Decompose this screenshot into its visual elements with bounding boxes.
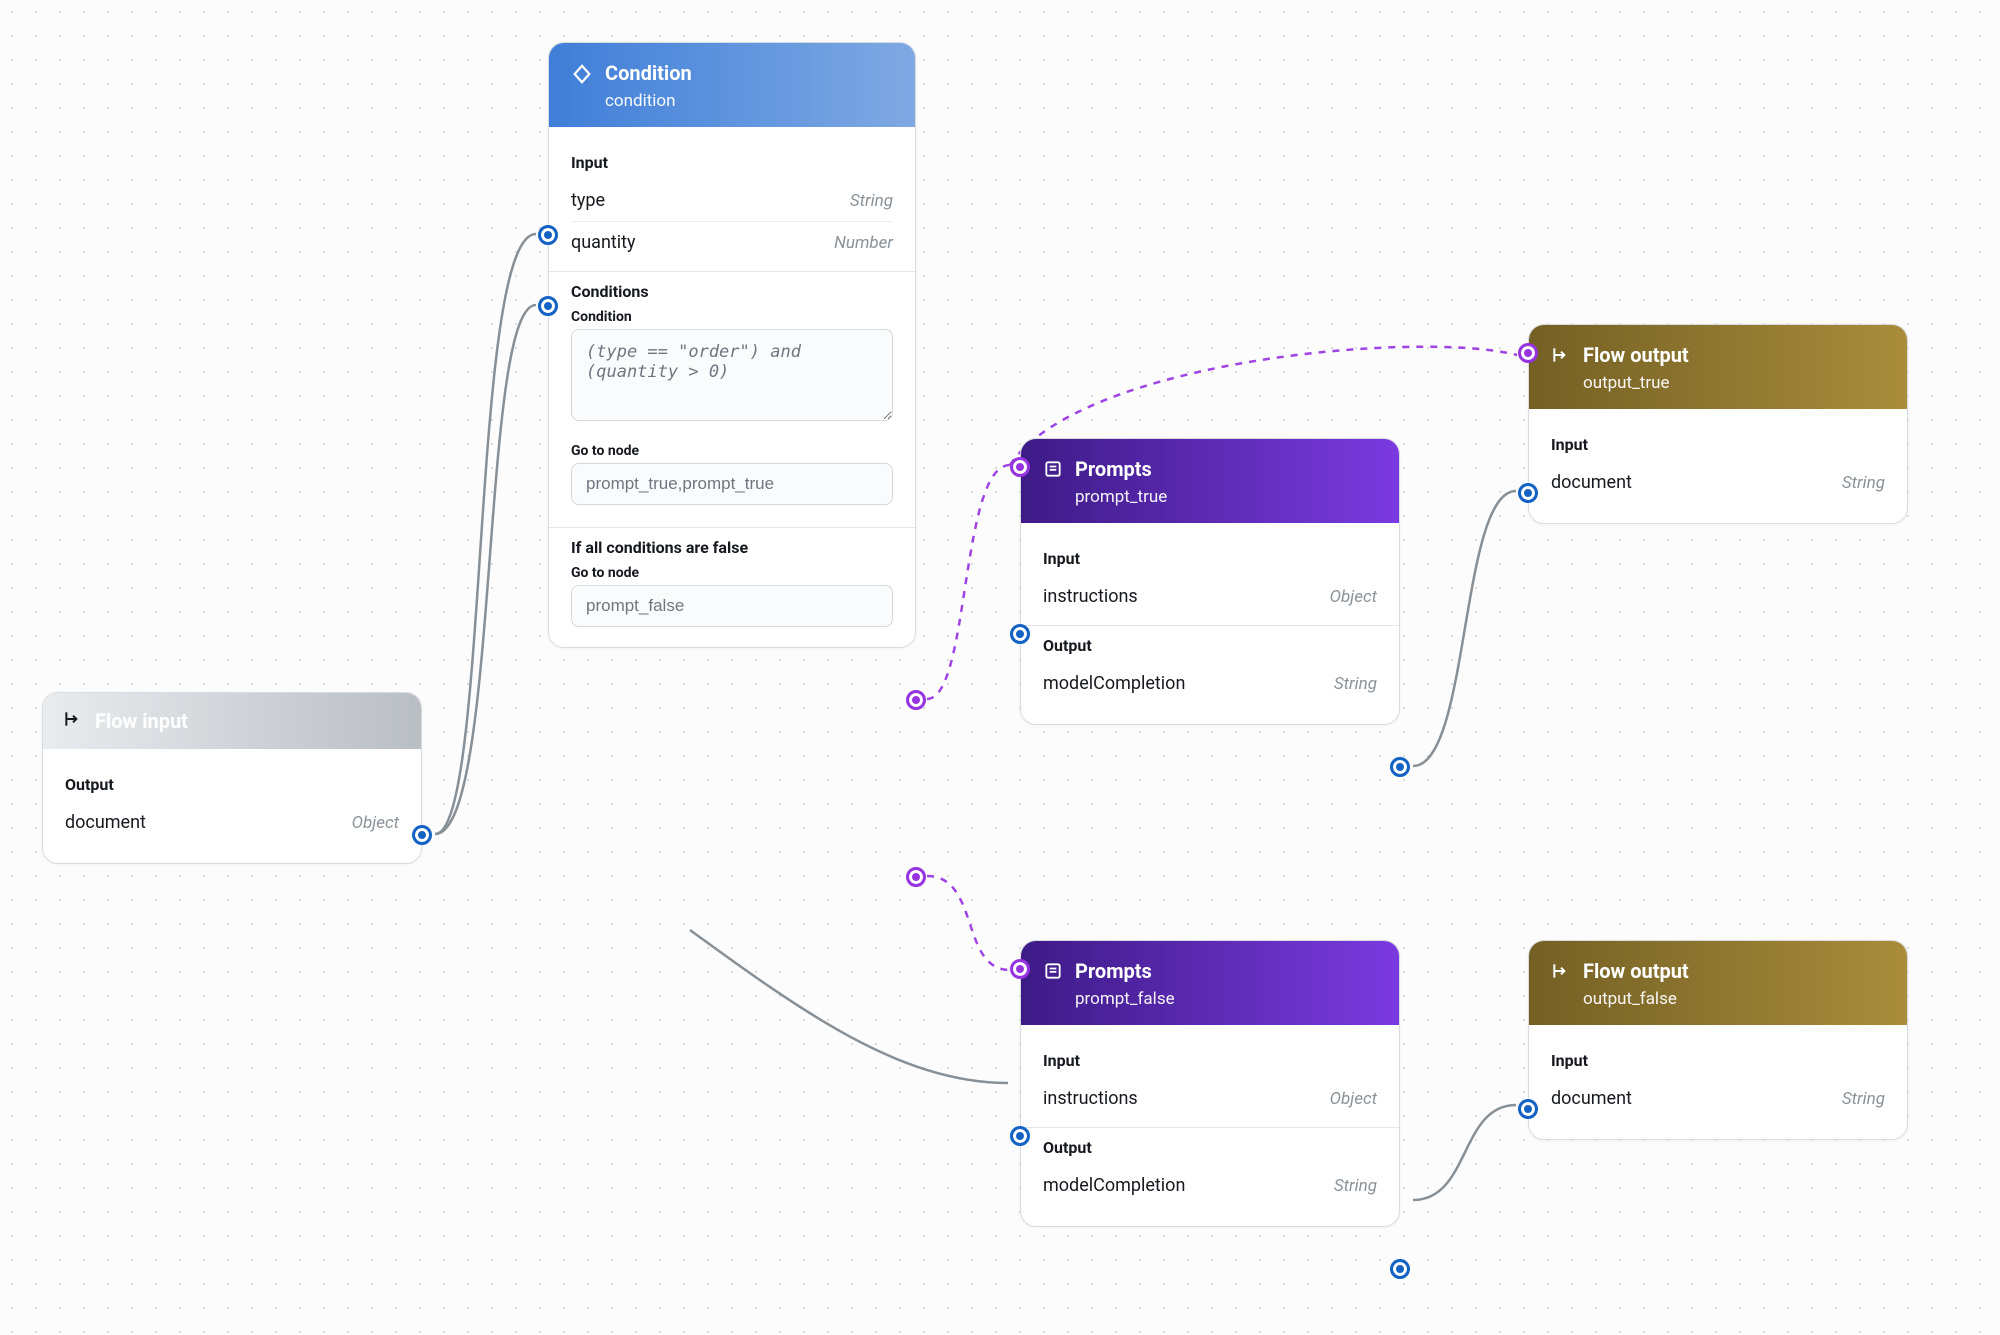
prompt-icon [1043, 459, 1063, 479]
node-output-false[interactable]: Flow output output_false Input document … [1528, 940, 1908, 1140]
flow-output-icon [1551, 345, 1571, 365]
section-output-label: Output [1043, 636, 1377, 655]
node-header[interactable]: Flow input [43, 693, 421, 749]
input-name: quantity [571, 232, 636, 253]
output-name: modelCompletion [1043, 673, 1185, 694]
port-input-document[interactable] [1518, 483, 1538, 503]
port-header-in[interactable] [1010, 457, 1030, 477]
divider [1021, 1127, 1399, 1128]
output-type: String [1334, 1176, 1377, 1196]
input-row-document: document String [1551, 462, 1885, 503]
input-name: document [1551, 1088, 1632, 1109]
condition-icon [571, 63, 593, 85]
port-input-type[interactable] [538, 225, 558, 245]
node-flow-input[interactable]: Flow input Output document Object [42, 692, 422, 864]
port-output-modelcompletion[interactable] [1390, 757, 1410, 777]
input-name: type [571, 190, 605, 211]
node-header[interactable]: Condition condition [549, 43, 915, 127]
port-input-document[interactable] [1518, 1099, 1538, 1119]
condition-expression-input[interactable] [571, 329, 893, 421]
section-input-label: Input [571, 153, 893, 172]
port-header-in[interactable] [1518, 343, 1538, 363]
input-row-instructions: instructions Object [1043, 1078, 1377, 1119]
node-header[interactable]: Flow output output_false [1529, 941, 1907, 1025]
goto-false-input[interactable] [571, 585, 893, 627]
node-subtitle: prompt_false [1075, 989, 1175, 1009]
input-row-quantity: quantity Number [571, 221, 893, 263]
divider [549, 271, 915, 272]
section-output-label: Output [1043, 1138, 1377, 1157]
input-row-instructions: instructions Object [1043, 576, 1377, 617]
output-row-document: document Object [65, 802, 399, 843]
node-title: Condition [605, 61, 692, 85]
node-title: Prompts [1075, 457, 1167, 481]
port-output-document[interactable] [412, 825, 432, 845]
section-input-label: Input [1043, 549, 1377, 568]
section-conditions-label: Conditions [571, 282, 893, 301]
input-type: String [850, 191, 893, 211]
node-subtitle: output_true [1583, 373, 1689, 393]
goto-false-label: Go to node [571, 565, 893, 581]
node-title: Flow output [1583, 343, 1689, 367]
port-input-instructions[interactable] [1010, 624, 1030, 644]
port-input-quantity[interactable] [538, 296, 558, 316]
section-input-label: Input [1551, 1051, 1885, 1070]
node-prompt-true[interactable]: Prompts prompt_true Input instructions O… [1020, 438, 1400, 725]
node-header[interactable]: Prompts prompt_false [1021, 941, 1399, 1025]
node-prompt-false[interactable]: Prompts prompt_false Input instructions … [1020, 940, 1400, 1227]
node-title: Prompts [1075, 959, 1175, 983]
node-subtitle: output_false [1583, 989, 1689, 1009]
section-output-label: Output [65, 775, 399, 794]
node-subtitle: condition [605, 91, 692, 111]
output-type: String [1334, 674, 1377, 694]
node-header[interactable]: Prompts prompt_true [1021, 439, 1399, 523]
input-type: String [1842, 473, 1885, 493]
output-name: document [65, 812, 146, 833]
input-name: instructions [1043, 1088, 1138, 1109]
section-input-label: Input [1551, 435, 1885, 454]
node-header[interactable]: Flow output output_true [1529, 325, 1907, 409]
section-else-label: If all conditions are false [571, 538, 893, 557]
node-title: Flow input [95, 709, 188, 733]
goto-label: Go to node [571, 443, 893, 459]
input-type: Number [834, 233, 893, 253]
divider [1021, 625, 1399, 626]
flow-input-icon [63, 709, 83, 729]
divider [549, 527, 915, 528]
flow-output-icon [1551, 961, 1571, 981]
input-row-type: type String [571, 180, 893, 221]
output-name: modelCompletion [1043, 1175, 1185, 1196]
input-name: instructions [1043, 586, 1138, 607]
prompt-icon [1043, 961, 1063, 981]
section-input-label: Input [1043, 1051, 1377, 1070]
input-type: String [1842, 1089, 1885, 1109]
port-condition-false[interactable] [906, 867, 926, 887]
node-subtitle: prompt_true [1075, 487, 1167, 507]
port-input-instructions[interactable] [1010, 1126, 1030, 1146]
output-type: Object [352, 813, 399, 833]
node-title: Flow output [1583, 959, 1689, 983]
node-condition[interactable]: Condition condition Input type String qu… [548, 42, 916, 648]
output-row-modelcompletion: modelCompletion String [1043, 663, 1377, 704]
input-type: Object [1330, 1089, 1377, 1109]
input-row-document: document String [1551, 1078, 1885, 1119]
input-type: Object [1330, 587, 1377, 607]
port-condition-true[interactable] [906, 690, 926, 710]
condition-label: Condition [571, 309, 893, 325]
node-output-true[interactable]: Flow output output_true Input document S… [1528, 324, 1908, 524]
input-name: document [1551, 472, 1632, 493]
goto-true-input[interactable] [571, 463, 893, 505]
port-header-in[interactable] [1010, 959, 1030, 979]
output-row-modelcompletion: modelCompletion String [1043, 1165, 1377, 1206]
port-output-modelcompletion[interactable] [1390, 1259, 1410, 1279]
